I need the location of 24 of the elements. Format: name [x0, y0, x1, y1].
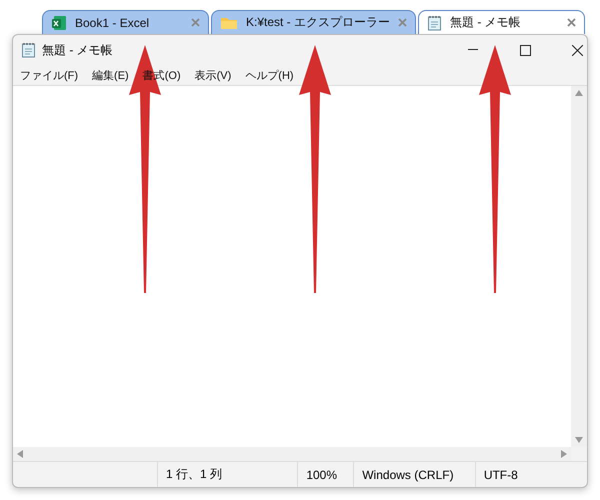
menu-item[interactable]: ファイル(F): [20, 68, 78, 82]
menu-item[interactable]: ヘルプ(H): [245, 68, 294, 82]
notepad-icon: [21, 42, 36, 58]
close-icon[interactable]: [572, 44, 582, 56]
tab[interactable]: Book1 - Excel: [42, 10, 209, 34]
tab[interactable]: 無題 - メモ帳: [418, 10, 585, 34]
folder-icon: [220, 16, 238, 30]
scroll-down-icon[interactable]: [575, 437, 583, 443]
scroll-left-icon[interactable]: [17, 450, 23, 458]
status-text: Windows (CRLF): [353, 462, 475, 487]
minimize-icon[interactable]: [468, 49, 478, 51]
tab[interactable]: K:¥test - エクスプローラー: [210, 10, 416, 34]
status-text: 1 行、1 列: [157, 462, 298, 487]
scroll-right-icon[interactable]: [561, 450, 567, 458]
scroll-up-icon[interactable]: [575, 90, 583, 96]
spreadsheet-icon: [51, 14, 67, 30]
window-title: 無題 - メモ帳: [42, 42, 114, 58]
maximize-icon[interactable]: [520, 44, 530, 56]
notepad-icon: [427, 14, 442, 30]
menu-item[interactable]: 表示(V): [194, 68, 232, 82]
status-text: UTF-8: [474, 462, 587, 487]
status-text: 100%: [297, 462, 354, 487]
text-area[interactable]: [13, 86, 571, 447]
menu-item[interactable]: 編集(E): [92, 68, 129, 82]
